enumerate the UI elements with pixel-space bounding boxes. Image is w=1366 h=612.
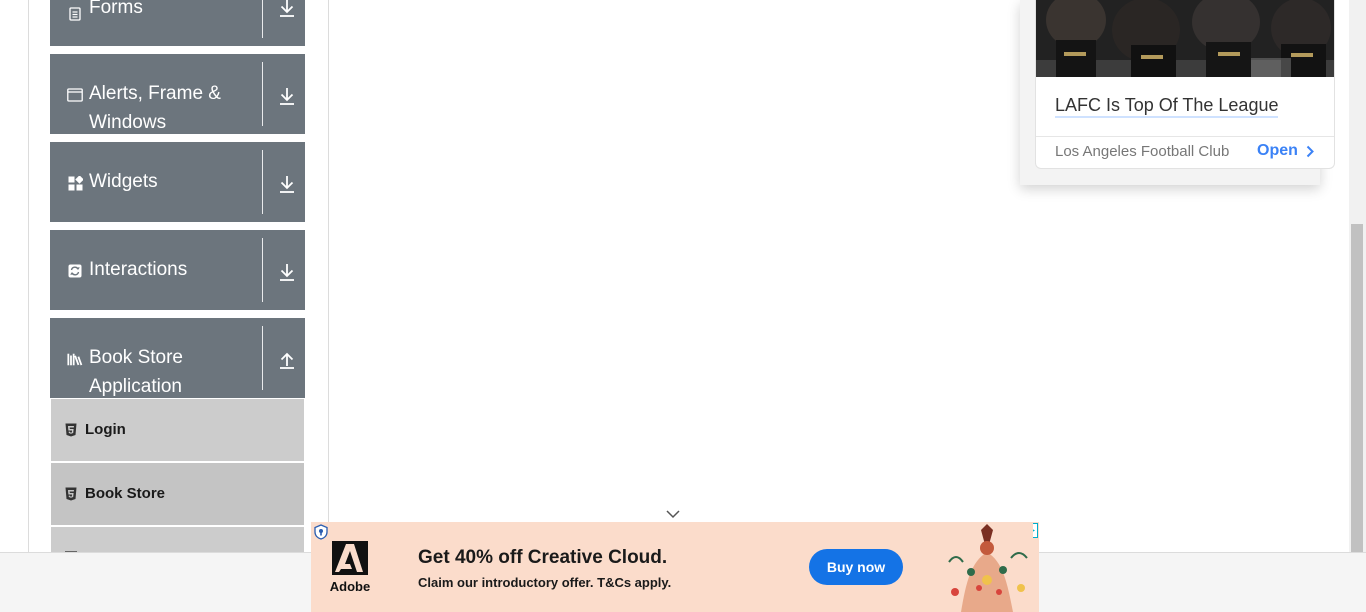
html5-icon bbox=[65, 487, 77, 501]
decorative-illustration bbox=[941, 522, 1033, 612]
adobe-mark-icon bbox=[332, 541, 368, 575]
download-icon[interactable] bbox=[274, 171, 300, 197]
banner-ad[interactable]: Adobe Get 40% off Creative Cloud. Claim … bbox=[311, 522, 1039, 612]
banner-subline: Claim our introductory offer. T&Cs apply… bbox=[418, 575, 672, 590]
interactions-icon bbox=[67, 263, 83, 279]
sponsored-card[interactable]: LAFC Is Top Of The League Los Angeles Fo… bbox=[1035, 0, 1335, 169]
group-widgets-label: Widgets bbox=[89, 171, 158, 192]
window-icon bbox=[67, 87, 83, 103]
group-divider bbox=[262, 150, 263, 214]
vertical-scrollbar[interactable] bbox=[1349, 0, 1366, 552]
html5-icon bbox=[65, 423, 77, 437]
left-column-border bbox=[28, 0, 29, 552]
sponsored-headline[interactable]: LAFC Is Top Of The League bbox=[1055, 94, 1279, 118]
menu-item-login-label: Login bbox=[85, 421, 126, 438]
open-link-label: Open bbox=[1257, 142, 1298, 159]
group-interactions-label: Interactions bbox=[89, 259, 188, 280]
page: Forms Alerts, Frame & Windows Widgets In… bbox=[0, 0, 1366, 612]
download-icon[interactable] bbox=[274, 259, 300, 285]
group-alerts-frame-windows[interactable]: Alerts, Frame & Windows bbox=[50, 54, 305, 134]
group-interactions[interactable]: Interactions bbox=[50, 230, 305, 310]
team-photo bbox=[1036, 0, 1334, 77]
buy-now-button[interactable]: Buy now bbox=[809, 549, 903, 585]
upload-icon[interactable] bbox=[274, 347, 300, 373]
books-icon bbox=[67, 351, 83, 367]
group-divider bbox=[262, 62, 263, 126]
card-divider bbox=[1036, 136, 1334, 137]
group-forms[interactable]: Forms bbox=[50, 0, 305, 46]
adobe-wordmark: Adobe bbox=[329, 579, 371, 594]
sponsored-card-container: LAFC Is Top Of The League Los Angeles Fo… bbox=[1020, 0, 1335, 185]
adchoices-icon[interactable] bbox=[312, 523, 330, 541]
menu-item-book-store-label: Book Store bbox=[85, 485, 166, 502]
chevron-right-icon bbox=[1306, 145, 1314, 157]
sidebar-border bbox=[328, 0, 329, 552]
menu-item-next-partial[interactable] bbox=[51, 527, 304, 553]
group-book-store-label-line1: Book Store bbox=[89, 347, 183, 368]
group-divider bbox=[262, 238, 263, 302]
menu-item-book-store[interactable]: Book Store bbox=[51, 463, 304, 525]
menu-item-login[interactable]: Login bbox=[51, 399, 304, 461]
group-forms-label: Forms bbox=[89, 0, 143, 18]
group-book-store-label-line2: Application bbox=[89, 376, 182, 397]
group-divider bbox=[262, 326, 263, 390]
scrollbar-thumb[interactable] bbox=[1351, 224, 1363, 552]
download-icon[interactable] bbox=[274, 0, 300, 21]
chevron-down-icon[interactable] bbox=[665, 507, 681, 519]
widgets-icon bbox=[67, 175, 83, 191]
group-alerts-label-line2: Windows bbox=[89, 112, 167, 133]
group-divider bbox=[262, 0, 263, 38]
download-icon[interactable] bbox=[274, 83, 300, 109]
group-widgets[interactable]: Widgets bbox=[50, 142, 305, 222]
open-link[interactable]: Open bbox=[1257, 142, 1314, 160]
banner-headline: Get 40% off Creative Cloud. bbox=[418, 547, 668, 568]
group-book-store-application[interactable]: Book Store Application bbox=[50, 318, 305, 398]
adobe-logo: Adobe bbox=[329, 541, 371, 595]
form-icon bbox=[67, 6, 83, 22]
sponsored-source: Los Angeles Football Club bbox=[1055, 143, 1230, 160]
group-alerts-label-line1: Alerts, Frame & bbox=[89, 83, 221, 104]
